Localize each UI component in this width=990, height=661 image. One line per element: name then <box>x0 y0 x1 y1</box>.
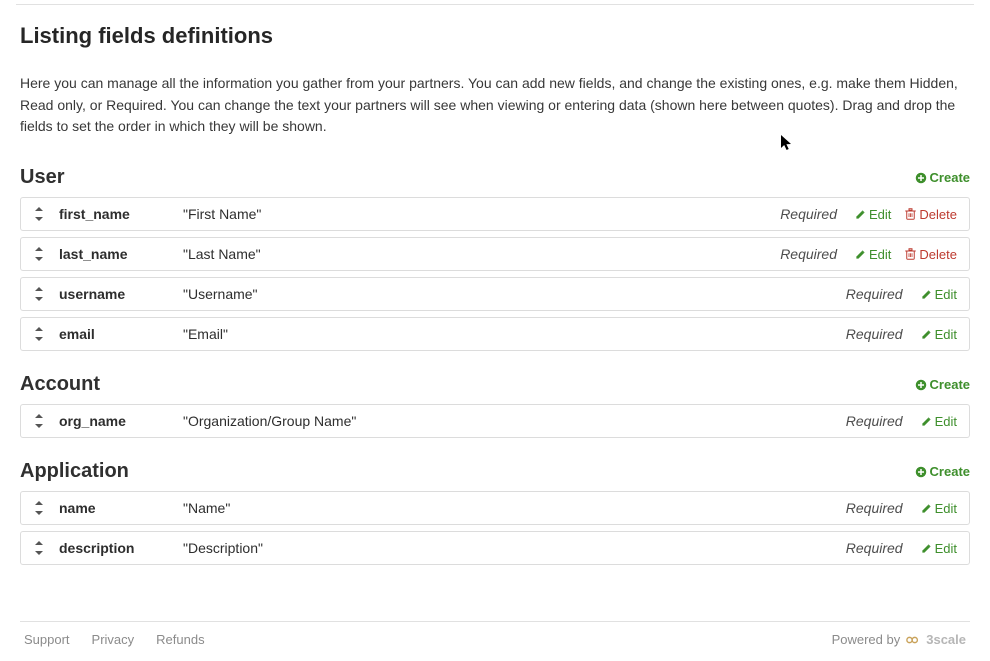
field-label: "Username" <box>183 286 832 302</box>
pencil-icon <box>921 289 932 300</box>
drag-handle-icon[interactable] <box>33 247 45 261</box>
field-row[interactable]: org_name "Organization/Group Name" Require… <box>20 404 970 438</box>
field-name: last_name <box>59 246 169 262</box>
drag-handle-icon[interactable] <box>33 287 45 301</box>
field-label: "Email" <box>183 326 832 342</box>
field-status: Required <box>846 500 903 516</box>
drag-handle-icon[interactable] <box>33 207 45 221</box>
page-title: Listing fields definitions <box>20 23 970 49</box>
field-name: org_name <box>59 413 169 429</box>
field-label: "Organization/Group Name" <box>183 413 832 429</box>
section-title: Account <box>20 373 100 396</box>
field-name: email <box>59 326 169 342</box>
section-header: Account Create <box>20 373 970 396</box>
section: Account Create org_name "Organization/Group… <box>20 373 970 438</box>
pencil-icon <box>921 416 932 427</box>
section-header: Application Create <box>20 460 970 483</box>
footer-link[interactable]: Refunds <box>156 632 204 647</box>
brand-logo-icon <box>906 633 920 647</box>
field-name: description <box>59 540 169 556</box>
powered-by-label: Powered by <box>832 632 901 647</box>
edit-button[interactable]: Edit <box>855 207 891 222</box>
plus-circle-icon <box>915 172 927 184</box>
edit-button[interactable]: Edit <box>921 414 957 429</box>
edit-label: Edit <box>935 327 957 342</box>
edit-label: Edit <box>935 287 957 302</box>
edit-button[interactable]: Edit <box>921 501 957 516</box>
field-list: first_name "First Name" Required Edit Delete… <box>20 197 970 351</box>
field-row[interactable]: email "Email" Required Edit <box>20 317 970 351</box>
intro-text: Here you can manage all the information … <box>20 73 970 138</box>
field-row[interactable]: description "Description" Required Edit <box>20 531 970 565</box>
delete-label: Delete <box>919 207 957 222</box>
field-name: first_name <box>59 206 169 222</box>
create-button[interactable]: Create <box>915 377 970 392</box>
plus-circle-icon <box>915 379 927 391</box>
edit-button[interactable]: Edit <box>921 327 957 342</box>
field-status: Required <box>846 540 903 556</box>
section: User Create first_name "First Name" Required… <box>20 166 970 351</box>
delete-label: Delete <box>919 247 957 262</box>
field-status: Required <box>780 206 837 222</box>
edit-label: Edit <box>869 247 891 262</box>
field-status: Required <box>846 413 903 429</box>
create-label: Create <box>930 377 970 392</box>
field-status: Required <box>780 246 837 262</box>
field-row[interactable]: last_name "Last Name" Required Edit Delete <box>20 237 970 271</box>
pencil-icon <box>921 329 932 340</box>
edit-label: Edit <box>935 414 957 429</box>
field-status: Required <box>846 326 903 342</box>
create-label: Create <box>930 170 970 185</box>
footer-link[interactable]: Support <box>24 632 70 647</box>
create-button[interactable]: Create <box>915 170 970 185</box>
create-button[interactable]: Create <box>915 464 970 479</box>
section: ApplicationCreatename"Name"RequiredEditd… <box>20 460 970 565</box>
drag-handle-icon[interactable] <box>33 501 45 515</box>
field-name: username <box>59 286 169 302</box>
field-list: name "Name" Required Edit description "Descri… <box>20 491 970 565</box>
trash-icon <box>905 248 916 260</box>
edit-button[interactable]: Edit <box>921 541 957 556</box>
edit-button[interactable]: Edit <box>921 287 957 302</box>
pencil-icon <box>921 503 932 514</box>
field-label: "Last Name" <box>183 246 766 262</box>
edit-label: Edit <box>935 501 957 516</box>
section-header: User Create <box>20 166 970 189</box>
create-label: Create <box>930 464 970 479</box>
pencil-icon <box>855 209 866 220</box>
edit-label: Edit <box>869 207 891 222</box>
footer-link[interactable]: Privacy <box>92 632 135 647</box>
field-label: "Description" <box>183 540 832 556</box>
field-row[interactable]: first_name "First Name" Required Edit Delete <box>20 197 970 231</box>
field-label: "Name" <box>183 500 832 516</box>
field-row[interactable]: name "Name" Required Edit <box>20 491 970 525</box>
field-list: org_name "Organization/Group Name" Require… <box>20 404 970 438</box>
pencil-icon <box>855 249 866 260</box>
delete-button[interactable]: Delete <box>905 247 957 262</box>
drag-handle-icon[interactable] <box>33 541 45 555</box>
delete-button[interactable]: Delete <box>905 207 957 222</box>
drag-handle-icon[interactable] <box>33 327 45 341</box>
field-row[interactable]: username "Username" Required Edit <box>20 277 970 311</box>
edit-button[interactable]: Edit <box>855 247 891 262</box>
footer: Support Privacy Refunds Powered by 3scale <box>20 622 970 647</box>
drag-handle-icon[interactable] <box>33 414 45 428</box>
field-status: Required <box>846 286 903 302</box>
section-title: Application <box>20 460 129 483</box>
field-name: name <box>59 500 169 516</box>
trash-icon <box>905 208 916 220</box>
page-wrap: Listing fields definitions Here you can … <box>0 5 990 647</box>
brand-name: 3scale <box>926 632 966 647</box>
edit-label: Edit <box>935 541 957 556</box>
pencil-icon <box>921 543 932 554</box>
plus-circle-icon <box>915 466 927 478</box>
field-label: "First Name" <box>183 206 766 222</box>
section-title: User <box>20 166 64 189</box>
